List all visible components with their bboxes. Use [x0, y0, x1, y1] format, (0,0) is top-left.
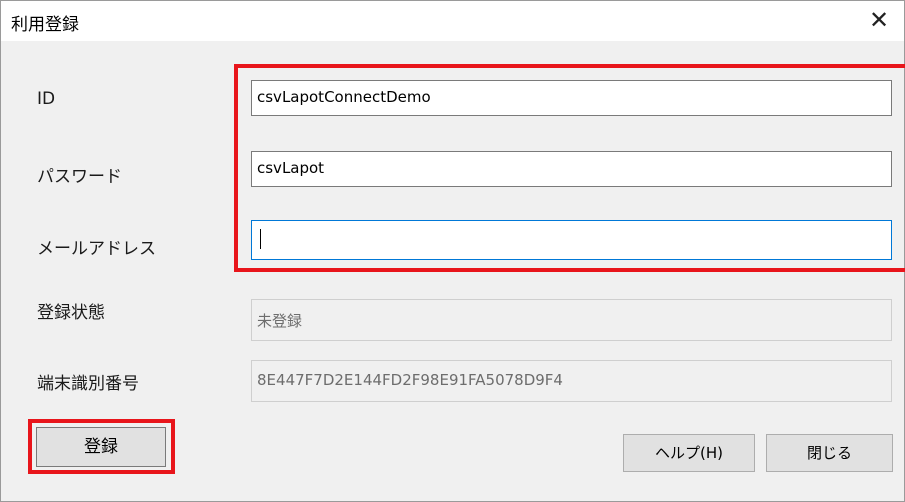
title-bar: 利用登録 ✕ — [1, 1, 904, 41]
help-button[interactable]: ヘルプ(H) — [623, 434, 755, 472]
register-highlight-box — [28, 419, 175, 474]
registration-dialog: 利用登録 ✕ ID csvLapotConnectDemo パスワード csvL… — [0, 0, 905, 502]
credentials-highlight-box — [234, 64, 905, 272]
window-title: 利用登録 — [11, 15, 79, 35]
status-label: 登録状態 — [37, 303, 105, 323]
close-button[interactable]: 閉じる — [766, 434, 893, 472]
terminal-id-field: 8E447F7D2E144FD2F98E91FA5078D9F4 — [251, 360, 892, 402]
status-field: 未登録 — [251, 299, 892, 341]
password-label: パスワード — [37, 167, 122, 187]
terminal-id-label: 端末識別番号 — [37, 374, 139, 394]
id-label: ID — [37, 89, 56, 109]
email-label: メールアドレス — [37, 239, 156, 259]
close-icon[interactable]: ✕ — [866, 7, 892, 33]
